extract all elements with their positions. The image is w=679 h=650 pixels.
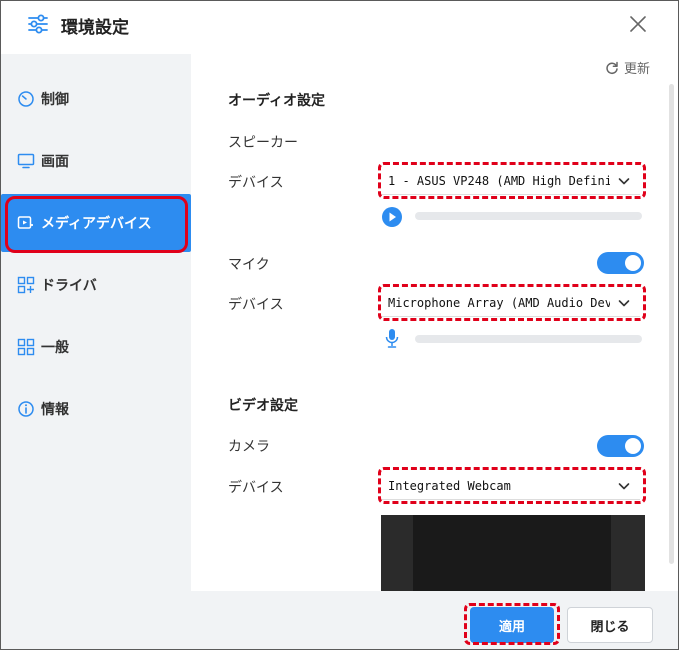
camera-device-select[interactable]: Integrated Webcam xyxy=(382,472,640,500)
mic-label: マイク xyxy=(228,257,270,273)
window-title: 環境設定 xyxy=(61,18,129,38)
camera-preview xyxy=(381,515,645,591)
chevron-down-icon xyxy=(618,178,630,185)
mic-device-select[interactable]: Microphone Array (AMD Audio Device) xyxy=(382,289,640,317)
close-button[interactable]: 閉じる xyxy=(567,607,653,643)
monitor-icon xyxy=(17,153,35,169)
refresh-icon xyxy=(606,61,618,74)
settings-sliders-icon xyxy=(28,14,48,34)
chevron-down-icon xyxy=(618,483,630,490)
sidebar-item-label: 画面 xyxy=(41,154,69,170)
audio-section-title: オーディオ設定 xyxy=(228,93,326,109)
sidebar-item-label: ドライバ xyxy=(41,278,97,294)
mic-device-value: Microphone Array (AMD Audio Device) xyxy=(388,295,610,310)
scrollbar[interactable] xyxy=(669,84,674,564)
refresh-label: 更新 xyxy=(623,62,650,77)
mic-toggle[interactable] xyxy=(597,252,644,274)
camera-label: カメラ xyxy=(228,439,270,455)
sidebar-item-label: メディアデバイス xyxy=(41,216,152,232)
microphone-icon xyxy=(385,329,399,348)
media-icon xyxy=(17,216,33,229)
mic-level-meter xyxy=(415,335,642,343)
sidebar-item-info[interactable]: 情報 xyxy=(1,380,191,438)
info-icon xyxy=(18,401,34,417)
sidebar-item-general[interactable]: 一般 xyxy=(1,318,191,376)
video-section-title: ビデオ設定 xyxy=(228,398,298,414)
sidebar-item-label: 情報 xyxy=(41,402,69,418)
footer: 適用 閉じる xyxy=(1,591,678,649)
sidebar-item-display[interactable]: 画面 xyxy=(1,132,191,190)
content-panel: 更新 オーディオ設定 スピーカー デバイス 1 - ASUS VP248 (AM… xyxy=(192,54,678,591)
sidebar: 制御 画面 メディアデバイス ドライバ 一般 情報 xyxy=(1,54,191,591)
speaker-device-select[interactable]: 1 - ASUS VP248 (AMD High Definition Audi… xyxy=(382,167,640,195)
close-icon[interactable] xyxy=(628,14,648,34)
grid-icon xyxy=(17,338,35,356)
speaker-label: スピーカー xyxy=(228,135,298,151)
sidebar-item-driver[interactable]: ドライバ xyxy=(1,256,191,314)
speaker-level-meter xyxy=(415,212,642,220)
play-icon[interactable] xyxy=(381,206,403,228)
camera-toggle[interactable] xyxy=(597,435,644,457)
refresh-button[interactable]: 更新 xyxy=(605,58,650,77)
driver-icon xyxy=(17,276,35,294)
camera-device-label: デバイス xyxy=(228,480,284,496)
camera-device-value: Integrated Webcam xyxy=(388,478,511,493)
apply-button[interactable]: 適用 xyxy=(470,607,554,643)
chevron-down-icon xyxy=(618,300,630,307)
sidebar-item-media-devices[interactable]: メディアデバイス xyxy=(1,194,191,252)
settings-window: 環境設定 制御 画面 メディアデバイス ドライバ 一般 情報 更新 オーディオ設… xyxy=(0,0,679,650)
title-bar: 環境設定 xyxy=(1,1,678,53)
gauge-icon xyxy=(18,91,34,107)
sidebar-item-label: 制御 xyxy=(41,92,69,108)
speaker-device-label: デバイス xyxy=(228,175,284,191)
mic-device-label: デバイス xyxy=(228,297,284,313)
sidebar-item-label: 一般 xyxy=(41,340,69,356)
speaker-device-value: 1 - ASUS VP248 (AMD High Definition Audi… xyxy=(388,173,610,188)
sidebar-item-control[interactable]: 制御 xyxy=(1,70,191,128)
